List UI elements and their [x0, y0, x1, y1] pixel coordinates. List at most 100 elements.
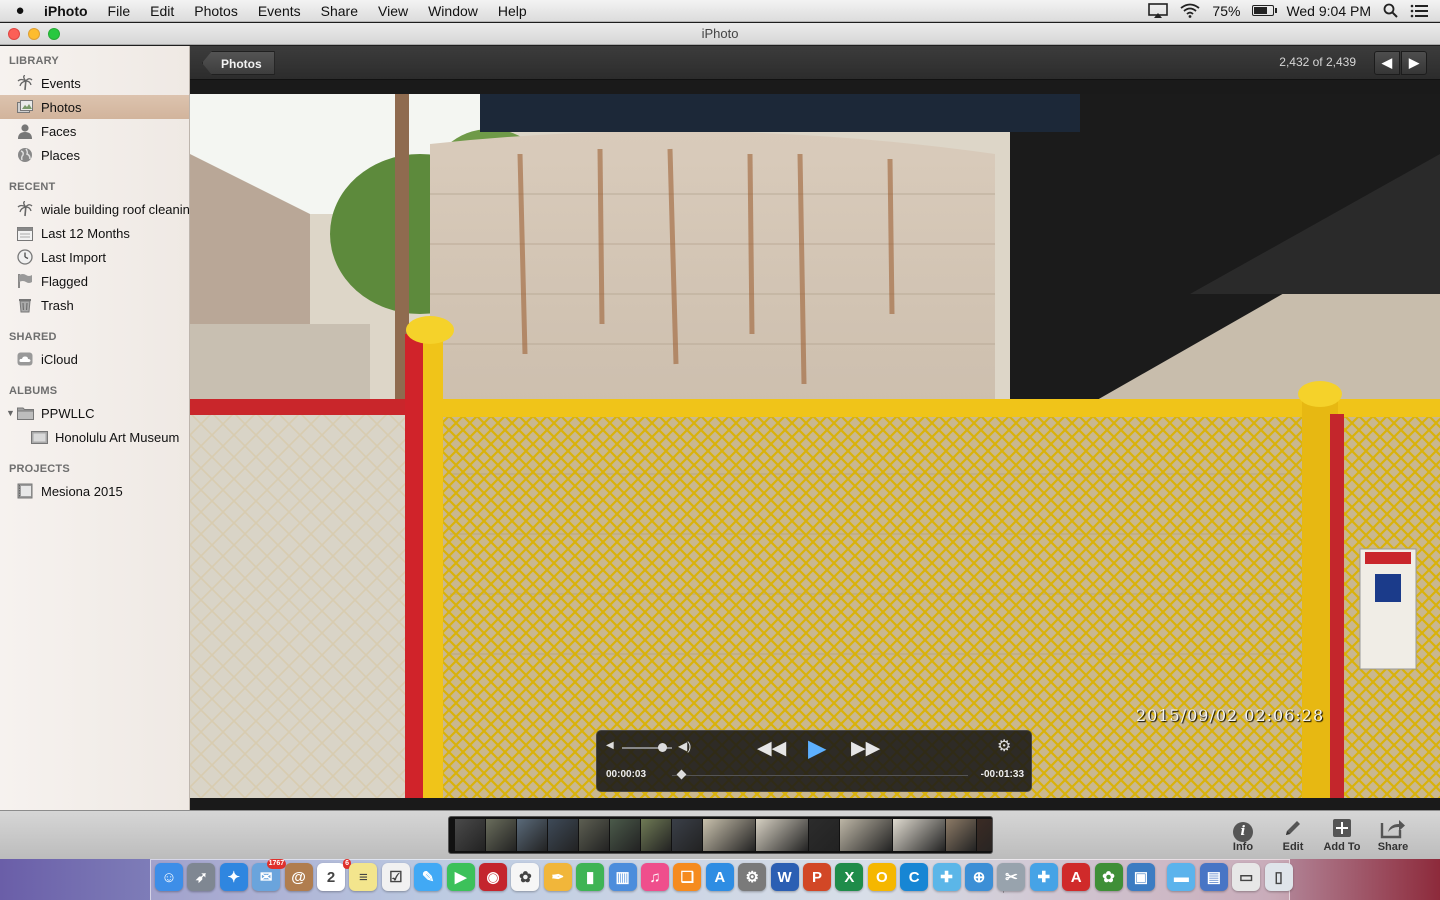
ccleaner-icon[interactable]: C [900, 863, 929, 891]
share-button[interactable]: Share [1368, 817, 1418, 853]
sidebar-item-faces[interactable]: Faces [0, 119, 189, 143]
word-icon[interactable]: W [770, 863, 799, 891]
fast-forward-button[interactable]: ▶▶ [851, 737, 880, 760]
excel-icon[interactable]: X [835, 863, 864, 891]
playback-scrubber[interactable] [672, 775, 968, 776]
sidebar-item-flagged[interactable]: Flagged [0, 269, 189, 293]
sidebar-item-honolulu-art-museum[interactable]: Honolulu Art Museum [0, 425, 189, 449]
sidebar-item-ppwllc[interactable]: PPWLLC [0, 401, 189, 425]
add-to-button[interactable]: Add To [1317, 817, 1367, 853]
contacts-icon[interactable]: @ [284, 863, 313, 891]
filmstrip-thumbnail[interactable] [641, 819, 671, 851]
window-minimize-button[interactable] [28, 28, 40, 40]
sidebar-item-last-import[interactable]: Last Import [0, 245, 189, 269]
launchpad-icon[interactable]: ➶ [187, 863, 216, 891]
sidebar-item-recent-event[interactable]: wiale building roof cleaning [0, 197, 189, 221]
app-store-icon[interactable]: A [705, 863, 734, 891]
previous-photo-button[interactable]: ◀ [1374, 51, 1400, 75]
edit-button[interactable]: Edit [1268, 817, 1318, 853]
outlook-icon[interactable]: O [867, 863, 896, 891]
filmstrip-thumbnail[interactable] [517, 819, 547, 851]
iphoto-icon[interactable]: ✿ [1094, 863, 1123, 891]
facetime-icon[interactable]: ▶ [446, 863, 475, 891]
photo-booth-icon[interactable]: ◉ [479, 863, 507, 891]
reminders-icon[interactable]: ☑ [381, 863, 410, 891]
menu-file[interactable]: File [98, 0, 141, 22]
menu-window[interactable]: Window [418, 0, 488, 22]
sidebar-item-icloud[interactable]: iCloud [0, 347, 189, 371]
volume-low-icon[interactable]: ◀ [606, 740, 614, 751]
next-photo-button[interactable]: ▶ [1401, 51, 1427, 75]
back-to-photos-button[interactable]: Photos [202, 51, 275, 75]
pages-icon[interactable]: ✒ [543, 863, 572, 891]
ibooks-icon[interactable]: ❑ [673, 863, 702, 891]
filmstrip[interactable] [448, 816, 993, 854]
airplay-icon[interactable] [1148, 2, 1169, 19]
filmstrip-thumbnail[interactable] [809, 819, 839, 851]
documents-stack-icon[interactable]: ▤ [1199, 863, 1228, 891]
sidebar-item-places[interactable]: Places [0, 143, 189, 167]
menu-photos[interactable]: Photos [184, 0, 248, 22]
filmstrip-thumbnail[interactable] [672, 819, 702, 851]
sidebar-item-photos[interactable]: Photos [0, 95, 189, 119]
itunes-icon[interactable]: ♫ [641, 863, 669, 891]
sidebar-item-trash[interactable]: Trash [0, 293, 189, 317]
play-button[interactable]: ▶ [808, 734, 826, 763]
notification-center-icon[interactable] [1410, 4, 1428, 18]
preview-icon[interactable]: ▣ [1127, 863, 1155, 891]
photos-app-icon[interactable]: ✿ [511, 863, 540, 891]
volume-high-icon[interactable]: ◀) [678, 739, 691, 753]
filmstrip-thumbnail[interactable] [946, 819, 976, 851]
menu-edit[interactable]: Edit [140, 0, 184, 22]
menubar-clock[interactable]: Wed 9:04 PM [1286, 3, 1371, 19]
dock-trash-icon[interactable]: ▯ [1264, 863, 1293, 891]
info-button[interactable]: i Info [1218, 817, 1268, 853]
finder-icon[interactable]: ☺ [155, 863, 183, 891]
wifi-icon[interactable] [1180, 3, 1200, 18]
filmstrip-thumbnail[interactable] [756, 819, 808, 851]
safari-icon[interactable]: ✦ [219, 863, 248, 891]
keynote-icon[interactable]: ▥ [608, 863, 637, 891]
settings-gear-icon[interactable]: ⚙ [997, 736, 1011, 756]
utilities-icon[interactable]: ✂ [997, 863, 1026, 891]
acrobat-icon[interactable]: A [1062, 863, 1091, 891]
stickies-icon[interactable]: ▭ [1232, 863, 1261, 891]
lync-icon[interactable]: ✚ [1029, 863, 1058, 891]
downloads-folder-icon[interactable]: ▬ [1167, 863, 1196, 891]
filmstrip-thumbnail[interactable] [893, 819, 945, 851]
battery-icon[interactable] [1252, 5, 1278, 16]
window-close-button[interactable] [8, 28, 20, 40]
filmstrip-thumbnail[interactable] [610, 819, 640, 851]
menu-iphoto[interactable]: iPhoto [40, 0, 98, 22]
numbers-icon[interactable]: ▮ [576, 863, 605, 891]
sidebar-item-last-12-months[interactable]: Last 12 Months [0, 221, 189, 245]
filmstrip-thumbnail[interactable] [548, 819, 578, 851]
playback-scrubber-knob[interactable] [676, 769, 687, 780]
volume-slider-knob[interactable] [658, 743, 667, 752]
filmstrip-thumbnail[interactable] [977, 819, 992, 851]
notes-icon[interactable]: ≡ [349, 863, 378, 891]
mail-icon[interactable]: ✉ 1767 [252, 859, 287, 891]
calendar-icon[interactable]: 26 [317, 859, 351, 891]
sidebar-item-mesiona-2015[interactable]: Mesiona 2015 [0, 479, 189, 503]
rewind-button[interactable]: ◀◀ [757, 737, 786, 760]
system-preferences-icon[interactable]: ⚙ [738, 863, 767, 891]
menu-view[interactable]: View [368, 0, 418, 22]
menu-share[interactable]: Share [311, 0, 368, 22]
messenger-icon[interactable]: ✚ [932, 863, 961, 891]
powerpoint-icon[interactable]: P [803, 863, 831, 891]
filmstrip-thumbnail[interactable] [579, 819, 609, 851]
menu-help[interactable]: Help [488, 0, 537, 22]
photo-viewer[interactable]: 2015/09/02 02:06:28 ◀ ◀) ◀◀ ▶ ▶▶ ⚙ 00:00… [190, 94, 1440, 798]
sidebar-item-events[interactable]: Events [0, 71, 189, 95]
apple-logo-icon[interactable]: ● [0, 2, 40, 19]
window-zoom-button[interactable] [48, 28, 60, 40]
filmstrip-thumbnail[interactable] [703, 819, 755, 851]
menu-events[interactable]: Events [248, 0, 311, 22]
network-icon[interactable]: ⊕ [965, 863, 993, 891]
spotlight-search-icon[interactable] [1383, 3, 1398, 18]
filmstrip-thumbnail[interactable] [840, 819, 892, 851]
filmstrip-thumbnail[interactable] [486, 819, 516, 851]
messages-icon[interactable]: ✎ [414, 863, 443, 891]
filmstrip-thumbnail[interactable] [455, 819, 485, 851]
